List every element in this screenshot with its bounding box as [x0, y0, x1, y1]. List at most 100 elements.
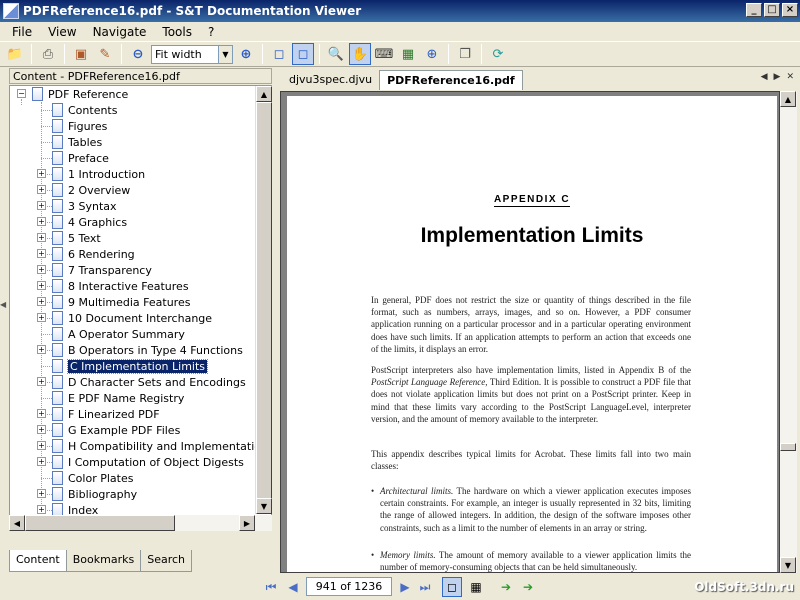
tree-item[interactable]: F Linearized PDF — [52, 406, 160, 422]
forward-arrow-icon[interactable]: ➔ — [518, 577, 538, 597]
zoom-select[interactable]: Fit width ▼ — [151, 44, 233, 64]
tab-djvu3spec[interactable]: djvu3spec.djvu — [282, 70, 379, 90]
scroll-down-button[interactable]: ▼ — [780, 557, 796, 573]
single-page-icon[interactable]: ◻ — [268, 43, 290, 65]
menu-tools[interactable]: Tools — [154, 25, 200, 39]
tree-item[interactable]: Contents — [52, 102, 117, 118]
tree-item[interactable]: I Computation of Object Digests — [52, 454, 244, 470]
print-icon[interactable]: ⎙ — [37, 43, 59, 65]
chevron-down-icon[interactable]: ▼ — [218, 45, 232, 63]
text-select-icon[interactable]: ⌨ — [373, 43, 395, 65]
tab-content[interactable]: Content — [9, 550, 67, 572]
minimize-button[interactable]: _ — [746, 3, 762, 17]
menu-navigate[interactable]: Navigate — [85, 25, 155, 39]
continuous-icon[interactable]: ◻ — [292, 43, 314, 65]
scroll-up-button[interactable]: ▲ — [256, 86, 272, 102]
tree-root[interactable]: PDF Reference — [32, 86, 128, 102]
document-view[interactable]: APPENDIX C Implementation Limits In gene… — [280, 91, 780, 573]
expand-icon[interactable]: + — [37, 249, 46, 258]
tab-next-icon[interactable]: ▶ — [774, 72, 781, 82]
title-bar[interactable]: PDFReference16.pdf - S&T Documentation V… — [0, 0, 800, 22]
first-page-icon[interactable]: ⏮ — [262, 578, 280, 596]
expand-icon[interactable]: + — [37, 233, 46, 242]
tree-item[interactable]: Color Plates — [52, 470, 133, 486]
find-icon[interactable]: 🔍 — [325, 43, 347, 65]
tab-bookmarks[interactable]: Bookmarks — [65, 550, 142, 572]
tree-item[interactable]: 1 Introduction — [52, 166, 145, 182]
tab-prev-icon[interactable]: ◀ — [761, 72, 768, 82]
expand-icon[interactable]: + — [37, 377, 46, 386]
tree-item[interactable]: Bibliography — [52, 486, 137, 502]
document-vertical-scrollbar[interactable]: ▲ ▼ — [780, 91, 797, 573]
menu-file[interactable]: File — [4, 25, 40, 39]
expand-icon[interactable]: + — [37, 409, 46, 418]
expand-icon[interactable]: + — [37, 201, 46, 210]
tab-pdfreference16[interactable]: PDFReference16.pdf — [379, 70, 523, 90]
tree-item[interactable]: Figures — [52, 118, 107, 134]
two-page-view-icon[interactable]: ▦ — [466, 577, 486, 597]
zoom-out-icon[interactable]: ⊖ — [127, 43, 149, 65]
tab-close-icon[interactable]: ✕ — [786, 72, 794, 82]
tree-item[interactable]: 6 Rendering — [52, 246, 135, 262]
tree-item[interactable]: 9 Multimedia Features — [52, 294, 190, 310]
content-tree[interactable]: − PDF Reference Contents Figures Tables Pre… — [9, 85, 272, 531]
panel-splitter-handle[interactable]: ◀ — [0, 300, 6, 330]
menu-view[interactable]: View — [40, 25, 84, 39]
maximize-button[interactable]: □ — [764, 3, 780, 17]
tree-item[interactable]: 4 Graphics — [52, 214, 127, 230]
tree-item[interactable]: E PDF Name Registry — [52, 390, 184, 406]
menu-help[interactable]: ? — [200, 25, 222, 39]
tree-item[interactable]: D Character Sets and Encodings — [52, 374, 246, 390]
expand-icon[interactable]: + — [37, 345, 46, 354]
zoom-in-icon[interactable]: ⊕ — [235, 43, 257, 65]
image-icon[interactable]: ▣ — [70, 43, 92, 65]
tree-vertical-scrollbar[interactable]: ▲ ▼ — [255, 86, 272, 514]
next-page-icon[interactable]: ▶ — [396, 578, 414, 596]
tree-item[interactable]: 7 Transparency — [52, 262, 152, 278]
expand-icon[interactable]: + — [37, 265, 46, 274]
tree-item[interactable]: 2 Overview — [52, 182, 130, 198]
scroll-left-button[interactable]: ◀ — [9, 515, 25, 531]
close-button[interactable]: × — [782, 3, 798, 17]
single-page-view-icon[interactable]: ◻ — [442, 577, 462, 597]
open-icon[interactable]: 📁 — [4, 43, 26, 65]
tree-item[interactable]: 5 Text — [52, 230, 101, 246]
scroll-right-button[interactable]: ▶ — [239, 515, 255, 531]
expand-icon[interactable]: + — [37, 169, 46, 178]
image-select-icon[interactable]: ▦ — [397, 43, 419, 65]
expand-icon[interactable]: + — [37, 281, 46, 290]
expand-icon[interactable]: + — [37, 425, 46, 434]
scroll-up-button[interactable]: ▲ — [780, 91, 796, 107]
scroll-thumb[interactable] — [25, 515, 175, 531]
copy-icon[interactable]: ❐ — [454, 43, 476, 65]
hand-tool-icon[interactable]: ✋ — [349, 43, 371, 65]
expand-icon[interactable]: + — [37, 441, 46, 450]
expand-icon[interactable]: + — [37, 217, 46, 226]
scroll-thumb[interactable] — [256, 102, 272, 499]
tree-item[interactable]: B Operators in Type 4 Functions — [52, 342, 243, 358]
zoom-tool-icon[interactable]: ⊕ — [421, 43, 443, 65]
expand-icon[interactable]: + — [37, 505, 46, 514]
refresh-icon[interactable]: ⟳ — [487, 43, 509, 65]
edit-icon[interactable]: ✎ — [94, 43, 116, 65]
expand-icon[interactable]: + — [37, 489, 46, 498]
tab-search[interactable]: Search — [140, 550, 193, 572]
tree-item[interactable]: 3 Syntax — [52, 198, 117, 214]
tree-item[interactable]: Preface — [52, 150, 109, 166]
tree-item[interactable]: A Operator Summary — [52, 326, 185, 342]
tree-item[interactable]: 10 Document Interchange — [52, 310, 212, 326]
expand-icon[interactable]: + — [37, 457, 46, 466]
previous-page-icon[interactable]: ◀ — [284, 578, 302, 596]
back-arrow-icon[interactable]: ➔ — [496, 577, 516, 597]
tree-item[interactable]: Tables — [52, 134, 102, 150]
tree-item[interactable]: 8 Interactive Features — [52, 278, 189, 294]
expand-icon[interactable]: + — [37, 313, 46, 322]
last-page-icon[interactable]: ⏭ — [416, 578, 434, 596]
scroll-thumb[interactable] — [780, 443, 796, 451]
scroll-down-button[interactable]: ▼ — [256, 498, 272, 514]
tree-item[interactable]: H Compatibility and Implementation No — [52, 438, 271, 454]
expand-icon[interactable]: + — [37, 297, 46, 306]
tree-item[interactable]: C Implementation Limits — [52, 358, 209, 374]
page-number-field[interactable]: 941 of 1236 — [306, 577, 392, 596]
expand-icon[interactable]: + — [37, 185, 46, 194]
